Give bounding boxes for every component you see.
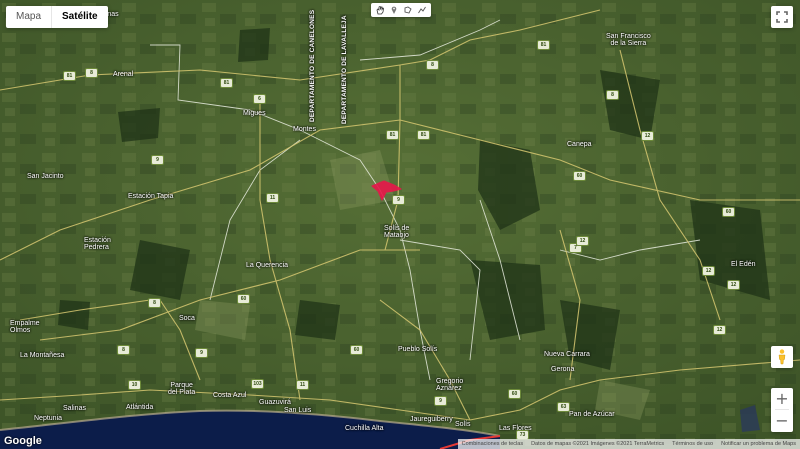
route-shield: 60: [237, 294, 250, 304]
map-type-satellite-button[interactable]: Satélite: [51, 6, 108, 28]
keyboard-shortcuts-link[interactable]: Combinaciones de teclas: [458, 441, 527, 447]
route-shield: 60: [722, 207, 735, 217]
place-salinas: Salinas: [63, 405, 86, 412]
route-shield: 8: [117, 345, 130, 355]
route-shield: 8: [606, 90, 619, 100]
department-label-lavalleja: DEPARTAMENTO DE LAVALLEJA: [341, 15, 348, 124]
fullscreen-icon: [776, 11, 788, 23]
route-shield: 8: [85, 68, 98, 78]
pegman-icon: [778, 349, 786, 365]
place-el-eden: El Edén: [731, 261, 756, 268]
place-atlantida: Atlántida: [126, 404, 154, 411]
route-shield: 10: [128, 380, 141, 390]
zoom-out-button[interactable]: −: [771, 410, 793, 431]
report-problem-link[interactable]: Notificar un problema de Maps: [717, 441, 800, 447]
route-shield: 60: [508, 389, 521, 399]
route-shield: 81: [220, 78, 233, 88]
map-footer: Combinaciones de teclas Datos de mapas ©…: [457, 439, 800, 449]
route-shield: 103: [251, 379, 264, 389]
google-logo: Google: [4, 435, 42, 447]
route-shield: 8: [426, 60, 439, 70]
route-shield: 63: [557, 402, 570, 412]
place-parque-del-plata: Parque del Plata: [168, 382, 196, 397]
place-la-querencia: La Querencia: [246, 262, 289, 269]
place-migues: Migues: [243, 110, 266, 117]
place-arenal: Arenal: [113, 71, 134, 78]
route-shield: 81: [537, 40, 550, 50]
place-solis: Solís: [455, 421, 471, 428]
route-shield: 12: [713, 325, 726, 335]
terms-link[interactable]: Términos de uso: [668, 441, 717, 447]
place-neptunia: Neptunia: [34, 415, 63, 422]
place-gregorio-aznarez: Gregorio Aznárez: [436, 378, 464, 393]
place-la-montanesa: La Montañesa: [20, 352, 65, 359]
place-gerona: Gerona: [551, 366, 575, 373]
route-shield: 12: [702, 266, 715, 276]
route-shield: 11: [296, 380, 309, 390]
map-type-mapa-button[interactable]: Mapa: [6, 6, 51, 28]
place-san-jacinto: San Jacinto: [27, 173, 64, 180]
place-guazuvira: Guazuvirá: [259, 399, 291, 406]
route-shield: 11: [266, 193, 279, 203]
map-credits: Datos de mapas ©2021 Imágenes ©2021 Terr…: [531, 441, 665, 447]
place-jaureguiberry: Jaureguiberry: [410, 416, 453, 423]
route-shield: 12: [641, 131, 654, 141]
route-shield: 81: [63, 71, 76, 81]
route-shield: 60: [573, 171, 586, 181]
pegman-button[interactable]: [771, 346, 793, 368]
marker-icon[interactable]: [387, 3, 401, 17]
polygon-icon[interactable]: [401, 3, 415, 17]
route-shield: 9: [392, 195, 405, 205]
route-shield: 12: [576, 236, 589, 246]
place-canepa: Canepa: [567, 141, 592, 148]
route-shield: 9: [195, 348, 208, 358]
place-cuchilla-alta: Cuchilla Alta: [345, 425, 384, 432]
route-shield: 60: [350, 345, 363, 355]
place-solis-de-mataojo: Solís de Mataojo: [384, 225, 410, 240]
line-icon[interactable]: [415, 3, 429, 17]
route-shield: 9: [151, 155, 164, 165]
place-pan-de-azucar: Pan de Azúcar: [569, 411, 615, 418]
route-shield: 9: [434, 396, 447, 406]
route-shield: 12: [727, 280, 740, 290]
place-costa-azul: Costa Azul: [213, 392, 247, 399]
place-estacion-tapia: Estación Tapia: [128, 193, 174, 200]
zoom-control: + −: [771, 388, 793, 432]
map-type-control: Mapa Satélite: [6, 6, 108, 28]
route-shield: 8: [148, 298, 161, 308]
place-san-francisco: San Francisco de la Sierra: [606, 33, 651, 48]
hand-icon[interactable]: [373, 3, 387, 17]
drawing-toolbar: [371, 3, 431, 17]
place-soca: Soca: [179, 315, 195, 322]
route-shield: 6: [253, 94, 266, 104]
place-empalme-olmos: Empalme Olmos: [10, 320, 40, 335]
fullscreen-button[interactable]: [771, 6, 793, 28]
place-san-luis: San Luis: [284, 407, 312, 414]
route-shield: 81: [386, 130, 399, 140]
department-label-canelones: DEPARTAMENTO DE CANELONES: [309, 9, 316, 122]
place-estacion-pedrera: Estación Pedrera: [84, 237, 111, 252]
place-nueva-carrara: Nueva Carrara: [544, 351, 590, 358]
place-montes: Montes: [293, 126, 316, 133]
zoom-in-button[interactable]: +: [771, 388, 793, 409]
place-pueblo-solis: Pueblo Solís: [398, 346, 438, 353]
route-shield: 81: [417, 130, 430, 140]
